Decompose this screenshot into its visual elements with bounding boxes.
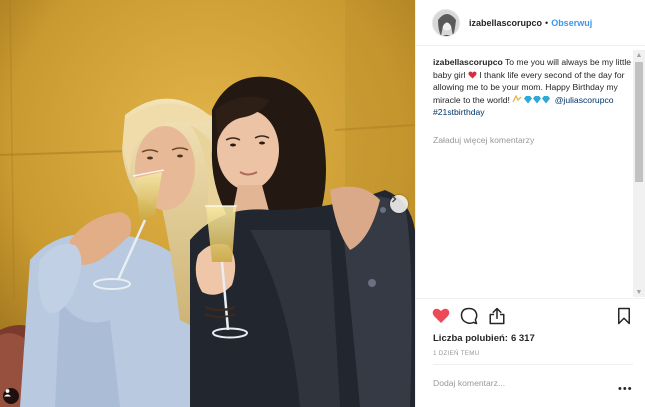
mention-link[interactable]: @juliascorupco xyxy=(555,95,614,105)
author-avatar[interactable] xyxy=(432,8,460,37)
comment-divider xyxy=(433,364,633,365)
header-separator: • xyxy=(545,17,549,28)
add-comment-input[interactable] xyxy=(433,378,613,388)
likes-number: 6 317 xyxy=(510,333,535,344)
caption: izabellascorupco To me you will always b… xyxy=(433,56,633,119)
heart-filled-icon xyxy=(432,308,450,323)
comments-scrollbar[interactable]: ▲ ▼ xyxy=(633,50,645,297)
load-more-comments-button[interactable]: Załaduj więcej komentarzy xyxy=(433,134,633,147)
emoji-group-icon xyxy=(512,94,551,104)
bookmark-icon xyxy=(618,307,630,325)
chevron-right-icon xyxy=(392,195,397,203)
author-username[interactable]: izabellascorupco xyxy=(469,18,542,28)
comment-icon xyxy=(460,307,478,325)
caption-username[interactable]: izabellascorupco xyxy=(433,57,503,67)
scrollbar-thumb[interactable] xyxy=(635,62,643,182)
heart-emoji-icon xyxy=(468,71,477,79)
post-date[interactable]: 1 DZIEŃ TEMU xyxy=(433,350,479,357)
comment-button[interactable] xyxy=(460,307,478,330)
like-button[interactable] xyxy=(432,307,450,329)
share-icon xyxy=(489,307,505,325)
avatar-image xyxy=(433,9,459,36)
follow-button[interactable]: Obserwuj xyxy=(551,18,592,28)
comments-area: izabellascorupco To me you will always b… xyxy=(433,56,633,296)
post-header: izabellascorupco • Obserwuj xyxy=(416,0,645,46)
scroll-down-icon[interactable]: ▼ xyxy=(633,287,645,297)
post-actions xyxy=(432,307,642,329)
save-button[interactable] xyxy=(616,307,632,330)
more-options-button[interactable]: ••• xyxy=(618,384,633,395)
scroll-up-icon[interactable]: ▲ xyxy=(633,50,645,60)
post-photo[interactable] xyxy=(0,0,415,407)
share-button[interactable] xyxy=(488,307,506,330)
user-tag-button[interactable] xyxy=(3,388,19,404)
likes-count[interactable]: Liczba polubień: 6 317 xyxy=(433,333,535,344)
likes-label: Liczba polubień: xyxy=(433,333,508,344)
next-photo-button[interactable] xyxy=(390,195,408,213)
photo-illustration xyxy=(0,0,415,407)
actions-divider xyxy=(416,298,645,299)
hashtag-link[interactable]: #21stbirthday xyxy=(433,107,485,117)
post-details-panel: izabellascorupco • Obserwuj izabellascor… xyxy=(415,0,645,407)
user-tag-icon xyxy=(4,389,11,397)
